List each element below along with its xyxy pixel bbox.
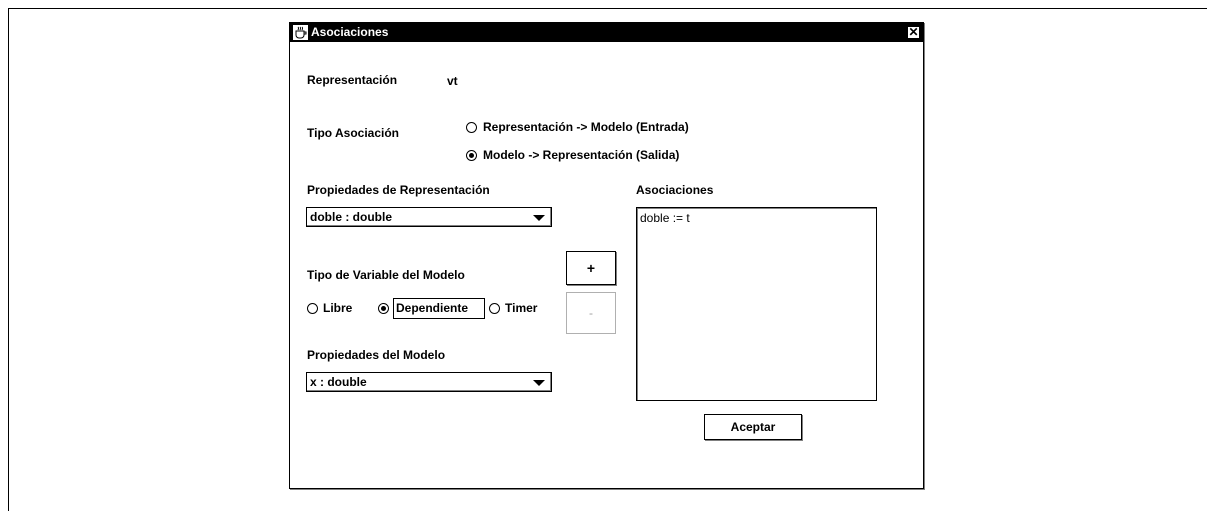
- accept-button[interactable]: Aceptar: [704, 414, 802, 440]
- radio-libre[interactable]: [307, 303, 318, 314]
- close-icon[interactable]: ✕: [907, 26, 920, 39]
- radio-dependiente[interactable]: [378, 303, 389, 314]
- radio-entrada-label[interactable]: Representación -> Modelo (Entrada): [483, 120, 689, 134]
- tipo-variable-label: Tipo de Variable del Modelo: [307, 268, 465, 282]
- asociaciones-label: Asociaciones: [636, 183, 714, 197]
- dialog-title: Asociaciones: [311, 25, 389, 39]
- asociaciones-list[interactable]: doble := t: [636, 207, 877, 401]
- radio-dependiente-label[interactable]: Dependiente: [396, 301, 468, 315]
- radio-timer[interactable]: [489, 303, 500, 314]
- representacion-value: vt: [447, 74, 458, 88]
- remove-button[interactable]: -: [566, 292, 616, 334]
- radio-salida-label[interactable]: Modelo -> Representación (Salida): [483, 148, 679, 162]
- asociaciones-dialog: Asociaciones ✕ Representación vt Tipo As…: [289, 22, 924, 489]
- tipo-asociacion-label: Tipo Asociación: [307, 126, 400, 140]
- list-item[interactable]: doble := t: [640, 211, 690, 225]
- radio-libre-label[interactable]: Libre: [323, 301, 352, 315]
- chevron-down-icon: [533, 380, 545, 386]
- propiedades-modelo-label: Propiedades del Modelo: [307, 348, 446, 362]
- propiedades-modelo-combo[interactable]: x : double: [306, 372, 552, 392]
- title-bar[interactable]: Asociaciones ✕: [290, 23, 923, 42]
- java-cup-icon: [293, 25, 308, 40]
- propiedades-representacion-combo[interactable]: doble : double: [306, 207, 552, 227]
- propiedades-modelo-value: x : double: [310, 375, 367, 389]
- propiedades-representacion-value: doble : double: [310, 210, 392, 224]
- add-button[interactable]: +: [566, 251, 616, 285]
- chevron-down-icon: [533, 215, 545, 221]
- representacion-label: Representación: [307, 73, 398, 87]
- radio-timer-label[interactable]: Timer: [505, 301, 537, 315]
- radio-salida[interactable]: [466, 150, 477, 161]
- radio-entrada[interactable]: [466, 122, 477, 133]
- propiedades-representacion-label: Propiedades de Representación: [307, 183, 490, 197]
